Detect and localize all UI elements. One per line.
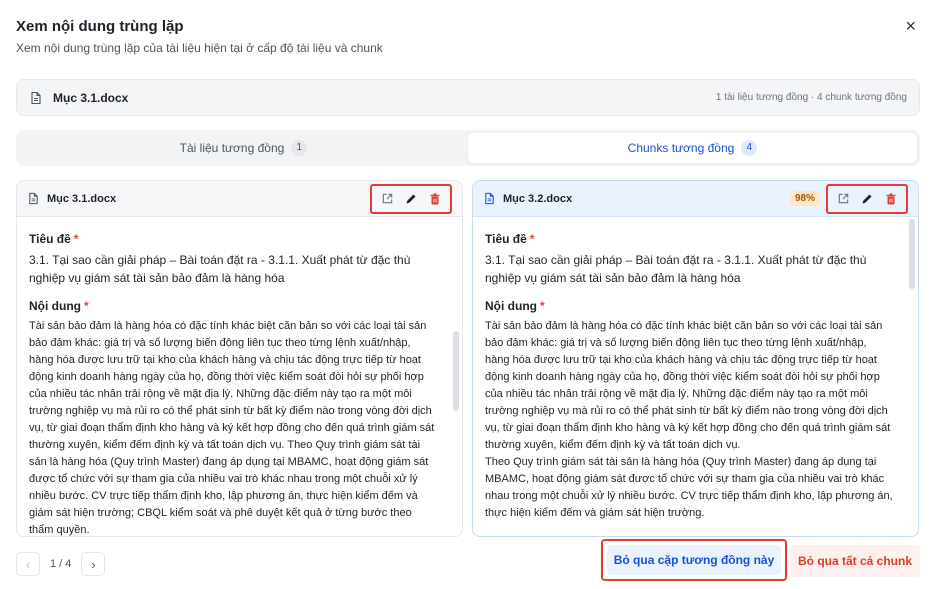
- panel-file-name: Mục 3.1.docx: [47, 192, 117, 205]
- content-label: Nội dung *: [485, 299, 545, 313]
- chunk-content: Tài sản bảo đảm là hàng hóa có đặc tính …: [29, 320, 435, 536]
- chunk-content: Tài sản bảo đảm là hàng hóa có đặc tính …: [485, 320, 893, 519]
- dialog-header: Xem nội dung trùng lặp Xem nội dung trùn…: [16, 18, 383, 55]
- tab-label: Tài liệu tương đồng: [179, 141, 285, 155]
- document-icon: [29, 91, 43, 105]
- panel-header: Mục 3.2.docx 98%: [473, 181, 918, 217]
- title-label: Tiêu đề *: [485, 232, 535, 246]
- tab-label: Chunks tương đồng: [627, 141, 735, 155]
- scrollbar[interactable]: [453, 331, 459, 411]
- required-mark: *: [83, 299, 89, 313]
- skip-pair-button-highlight: Bỏ qua cặp tương đồng này: [601, 539, 787, 581]
- chunk-title: 3.1. Tại sao cần giải pháp – Bài toán đặ…: [29, 253, 411, 285]
- chunk-title: 3.1. Tại sao cần giải pháp – Bài toán đặ…: [485, 253, 867, 285]
- open-external-icon[interactable]: [377, 189, 397, 209]
- count-badge: 1: [291, 140, 308, 156]
- required-mark: *: [73, 232, 79, 246]
- chunk-actions: [370, 183, 452, 214]
- scrollbar[interactable]: [909, 219, 915, 289]
- count-badge: 4: [741, 140, 758, 156]
- edit-icon[interactable]: [401, 189, 421, 209]
- tab-bar: Tài liệu tương đồng 1 Chunks tương đồng …: [16, 130, 920, 166]
- panel-body: Tiêu đề * 3.1. Tại sao cần giải pháp – Bà…: [473, 218, 906, 536]
- open-external-icon[interactable]: [833, 189, 853, 209]
- current-file-name: Mục 3.1.docx: [53, 90, 129, 105]
- delete-icon[interactable]: [425, 189, 445, 209]
- required-mark: *: [539, 299, 545, 313]
- panel-header: Mục 3.1.docx: [17, 181, 462, 217]
- document-icon: [483, 192, 496, 205]
- similar-chunk-panel: Mục 3.2.docx 98% Tiêu đề * 3.1. Tại sao c…: [472, 180, 919, 537]
- source-chunk-panel: Mục 3.1.docx Tiêu đề * 3.1. Tại sao cần g…: [16, 180, 463, 537]
- chunk-actions: [826, 183, 908, 214]
- pagination: ‹ 1 / 4 ›: [16, 552, 106, 576]
- required-mark: *: [529, 232, 535, 246]
- tab-similar-chunks[interactable]: Chunks tương đồng 4: [468, 133, 917, 163]
- prev-page-button[interactable]: ‹: [16, 552, 40, 576]
- skip-pair-button[interactable]: Bỏ qua cặp tương đồng này: [607, 545, 781, 575]
- edit-icon[interactable]: [857, 189, 877, 209]
- document-icon: [27, 192, 40, 205]
- content-label: Nội dung *: [29, 299, 89, 313]
- close-icon[interactable]: ×: [905, 17, 916, 35]
- title-label: Tiêu đề *: [29, 232, 79, 246]
- dialog-title: Xem nội dung trùng lặp: [16, 18, 184, 35]
- page-indicator: 1 / 4: [50, 558, 72, 570]
- delete-icon[interactable]: [881, 189, 901, 209]
- panel-file-name: Mục 3.2.docx: [503, 192, 573, 205]
- dialog-subtitle: Xem nội dung trùng lặp của tài liệu hiện…: [16, 41, 383, 55]
- similarity-summary: 1 tài liệu tương đồng · 4 chunk tương đồ…: [715, 92, 907, 103]
- next-page-button[interactable]: ›: [81, 552, 106, 576]
- tab-similar-documents[interactable]: Tài liệu tương đồng 1: [19, 133, 468, 163]
- current-file-bar: Mục 3.1.docx 1 tài liệu tương đồng · 4 c…: [16, 79, 920, 116]
- similarity-score-badge: 98%: [789, 191, 820, 206]
- panel-body: Tiêu đề * 3.1. Tại sao cần giải pháp – Bà…: [17, 218, 450, 536]
- skip-all-chunks-button[interactable]: Bỏ qua tất cả chunk: [790, 545, 920, 577]
